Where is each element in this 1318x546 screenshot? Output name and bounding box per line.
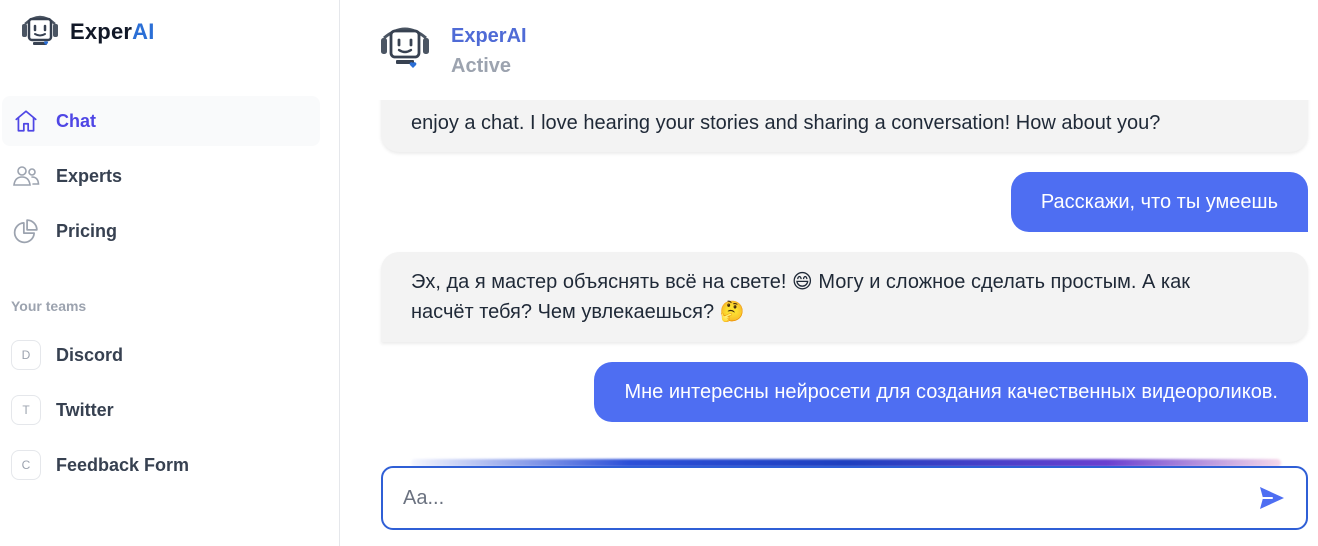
nav-item-experts[interactable]: Experts (2, 151, 320, 201)
team-initial-badge: C (11, 450, 41, 480)
assistant-name: ExperAI (451, 25, 527, 47)
assistant-avatar (379, 24, 431, 77)
team-label: Twitter (56, 399, 114, 420)
robot-avatar-icon (381, 27, 429, 68)
pie-chart-icon (12, 217, 40, 245)
app-logo[interactable]: ExperAI (20, 12, 155, 52)
message-text: enjoy a chat. I love hearing your storie… (411, 112, 1161, 134)
bot-message: Эх, да я мастер объяснять всё на свете! … (381, 252, 1308, 342)
main-nav: Chat Experts Pricing (2, 96, 320, 261)
nav-item-label: Pricing (56, 220, 118, 241)
team-initial-badge: D (11, 340, 41, 370)
user-message: Мне интересны нейросети для создания кач… (594, 362, 1308, 422)
sidebar: ExperAI Chat Experts Pricing Your teams … (0, 0, 340, 546)
brand-name-part1: Exper (70, 19, 133, 44)
team-label: Feedback Form (56, 454, 190, 475)
team-initial-badge: T (11, 395, 41, 425)
team-item-feedback-form[interactable]: C Feedback Form (2, 440, 320, 490)
chat-panel: ExperAI Active enjoy a chat. I love hear… (341, 0, 1318, 546)
chat-header: ExperAI Active (341, 0, 1318, 100)
nav-item-label: Chat (56, 110, 96, 131)
team-item-discord[interactable]: D Discord (2, 330, 320, 380)
user-message: Расскажи, что ты умеешь (1010, 172, 1308, 232)
teams-list: D Discord T Twitter C Feedback Form (2, 330, 320, 495)
bot-message: enjoy a chat. I love hearing your storie… (381, 100, 1308, 152)
nav-item-label: Experts (56, 165, 123, 186)
nav-item-pricing[interactable]: Pricing (2, 206, 320, 256)
message-text: Расскажи, что ты умеешь (1040, 191, 1278, 213)
team-label: Discord (56, 344, 124, 365)
brand-name: ExperAI (70, 19, 155, 45)
home-icon (12, 107, 40, 135)
message-text-line: Эх, да я мастер объяснять всё на свете! … (411, 271, 1190, 293)
assistant-status: Active (451, 55, 512, 77)
nav-item-chat[interactable]: Chat (2, 96, 320, 146)
users-icon (12, 162, 40, 190)
message-input[interactable] (383, 468, 1252, 528)
message-text: Мне интересны нейросети для создания кач… (624, 381, 1278, 403)
message-list[interactable]: enjoy a chat. I love hearing your storie… (341, 100, 1318, 452)
brand-name-part2: AI (132, 19, 155, 44)
message-composer (381, 466, 1308, 530)
team-item-twitter[interactable]: T Twitter (2, 385, 320, 435)
send-button[interactable] (1252, 478, 1292, 518)
teams-heading: Your teams (11, 298, 87, 314)
robot-logo-icon (22, 15, 58, 45)
send-icon (1260, 487, 1284, 509)
message-text-line: насчёт тебя? Чем увлекаешься? 🤔 (411, 301, 745, 323)
